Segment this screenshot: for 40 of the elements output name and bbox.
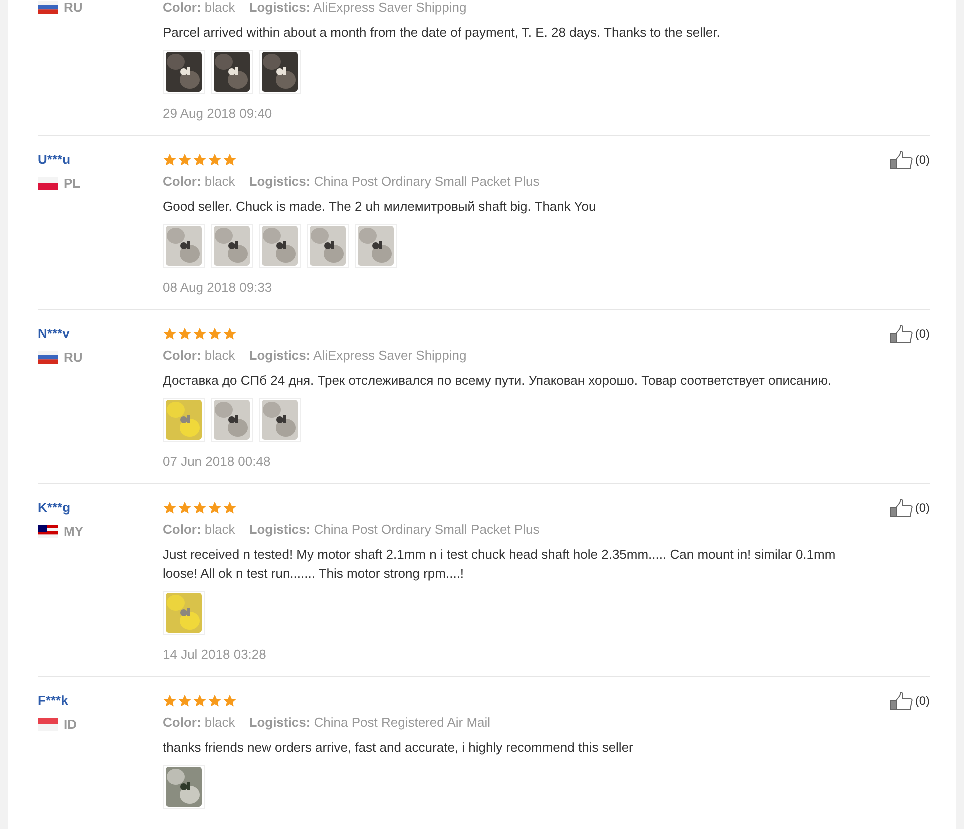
flag-icon — [38, 718, 58, 731]
logistics-info: Logistics: China Post Registered Air Mail — [249, 715, 491, 730]
logistics-info: Logistics: AliExpress Saver Shipping — [249, 0, 467, 15]
review-date: 07 Jun 2018 00:48 — [163, 454, 272, 469]
like-button[interactable]: (0) — [890, 324, 930, 344]
flag-icon — [38, 525, 58, 538]
color-info: Color: black — [163, 522, 236, 537]
review-date: 29 Aug 2018 09:40 — [163, 106, 274, 121]
color-info: Color: black — [163, 348, 236, 363]
review-text: Parcel arrived within about a month from the date of payment, T. E. 28 days. Thanks to the seller. — [163, 24, 722, 42]
thumbs-up-icon — [890, 325, 914, 343]
review-text: Just received n tested! My motor shaft 2.1mm n i test chuck head shaft hole 2.35mm..... Can mount in! similar 0.1mm loose! All ok n test run....... This motor strong rpm....! — [163, 546, 837, 583]
color-info: Color: black — [163, 0, 236, 15]
country-code: ID — [64, 717, 77, 732]
user-name[interactable]: U***u — [38, 152, 163, 167]
color-info: Color: black — [163, 174, 236, 189]
flag-icon — [38, 177, 58, 190]
review-text: Good seller. Chuck is made. The 2 uh милемитровый shaft big. Thank You — [163, 198, 598, 216]
thumbs-up-icon — [890, 499, 914, 517]
user-name[interactable]: N***v — [38, 326, 163, 341]
review-date: 08 Aug 2018 09:33 — [163, 280, 274, 295]
logistics-info: Logistics: AliExpress Saver Shipping — [249, 348, 467, 363]
color-info: Color: black — [163, 715, 236, 730]
logistics-info: Logistics: China Post Ordinary Small Packet Plus — [249, 174, 540, 189]
like-button[interactable]: (0) — [890, 498, 930, 518]
country-code: PL — [64, 176, 81, 191]
logistics-info: Logistics: China Post Ordinary Small Packet Plus — [249, 522, 540, 537]
country-code: MY — [64, 524, 84, 539]
review-text: thanks friends new orders arrive, fast and accurate, i highly recommend this seller — [163, 739, 634, 757]
thumbs-up-icon — [890, 692, 914, 710]
user-name[interactable]: K***g — [38, 500, 163, 515]
country-code: RU — [64, 350, 83, 365]
flag-icon — [38, 351, 58, 364]
review-date: 14 Jul 2018 03:28 — [163, 647, 268, 662]
like-button[interactable]: (0) — [890, 150, 930, 170]
user-name[interactable]: F***k — [38, 693, 163, 708]
thumbs-up-icon — [890, 151, 914, 169]
review-text: Доставка до СПб 24 дня. Трек отслеживался по всему пути. Упакован хорошо. Товар соответствует описанию. — [163, 372, 833, 390]
country-code: RU — [64, 0, 83, 15]
like-button[interactable]: (0) — [890, 691, 930, 711]
